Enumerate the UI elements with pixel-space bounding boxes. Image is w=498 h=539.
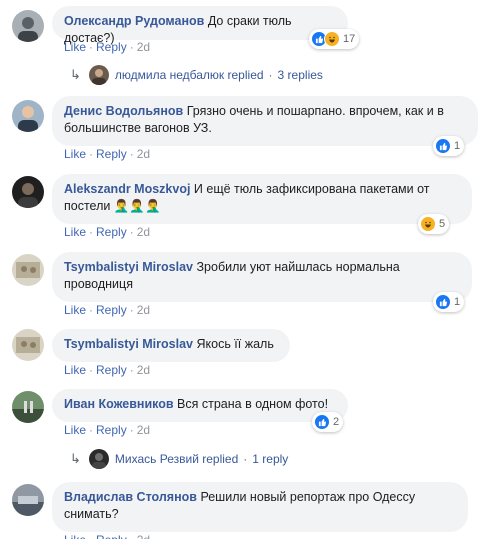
reply-arrow-icon: ↳ bbox=[70, 451, 81, 466]
comment-bubble: Владислав Столянов Решили новый репортаж… bbox=[52, 482, 468, 532]
reactions-count: 17 bbox=[343, 33, 356, 45]
comment-actions: Like·Reply·2d bbox=[64, 303, 151, 317]
avatar[interactable] bbox=[12, 329, 44, 361]
comment-bubble: Денис Водольянов Грязно очень и пошарпан… bbox=[52, 96, 478, 146]
avatar[interactable] bbox=[12, 10, 44, 42]
reply-link[interactable]: Reply bbox=[96, 225, 127, 239]
comment-author[interactable]: Tsymbalistyi Miroslav bbox=[64, 260, 193, 274]
reactions-count: 5 bbox=[439, 218, 446, 230]
reply-link[interactable]: Reply bbox=[96, 533, 127, 539]
reactions-summary[interactable]: 17 bbox=[309, 29, 360, 49]
replier-name: Михась Резвий bbox=[114, 452, 199, 466]
comment-text: Решили новый репортаж про Одессу bbox=[200, 490, 416, 504]
like-link[interactable]: Like bbox=[64, 423, 86, 437]
comment-text: Зробили уют найшлась нормальна bbox=[196, 260, 400, 274]
reply-count: 1 reply bbox=[252, 452, 289, 466]
like-icon bbox=[435, 138, 451, 154]
comment-time[interactable]: 2d bbox=[137, 533, 150, 539]
like-icon bbox=[435, 294, 451, 310]
comment-time[interactable]: 2d bbox=[137, 225, 150, 239]
comment-bubble: Tsymbalistyi Miroslav Якось її жаль bbox=[52, 329, 290, 362]
comment-time[interactable]: 2d bbox=[137, 303, 150, 317]
reply-link[interactable]: Reply bbox=[96, 423, 127, 437]
replies-link[interactable]: ↳ Михась Резвий replied · 1 reply bbox=[70, 449, 288, 469]
comment-text: Вся страна в одном фото! bbox=[177, 397, 329, 411]
comment-text-line2: проводниця bbox=[64, 277, 133, 291]
comment-actions: Like·Reply·2d bbox=[64, 533, 150, 539]
avatar bbox=[88, 449, 109, 469]
reply-link[interactable]: Reply bbox=[96, 40, 127, 54]
comment-actions: Like·Reply·2d bbox=[64, 225, 151, 239]
like-link[interactable]: Like bbox=[64, 533, 86, 539]
comment-text-line2: большинстве вагонов УЗ. bbox=[64, 121, 212, 135]
comment-time[interactable]: 2d bbox=[137, 423, 150, 437]
comment-text-line2: постели bbox=[64, 199, 111, 213]
comment-actions: Like·Reply·2d bbox=[64, 423, 151, 437]
comment-author[interactable]: Tsymbalistyi Miroslav bbox=[64, 337, 193, 351]
avatar[interactable] bbox=[12, 100, 44, 132]
replies-link[interactable]: ↳ людмила недбалюк replied · 3 replies bbox=[70, 65, 323, 85]
comment-author[interactable]: Иван Кожевников bbox=[64, 397, 174, 411]
reactions-summary[interactable]: 1 bbox=[433, 136, 465, 156]
avatar bbox=[88, 65, 109, 85]
comment-author[interactable]: Alekszandr Moszkvoj bbox=[64, 182, 190, 196]
like-link[interactable]: Like bbox=[64, 363, 86, 377]
like-icon bbox=[314, 414, 330, 430]
comment-time[interactable]: 2d bbox=[137, 363, 150, 377]
reply-arrow-icon: ↳ bbox=[70, 67, 81, 82]
like-link[interactable]: Like bbox=[64, 147, 86, 161]
avatar[interactable] bbox=[12, 254, 44, 286]
reactions-summary[interactable]: 1 bbox=[433, 292, 465, 312]
comment-time[interactable]: 2d bbox=[137, 40, 150, 54]
like-link[interactable]: Like bbox=[64, 40, 86, 54]
comment-actions: Like·Reply·2d bbox=[64, 40, 151, 54]
haha-icon bbox=[324, 31, 340, 47]
comment-text-line2: снимать? bbox=[64, 507, 119, 521]
reply-link[interactable]: Reply bbox=[96, 363, 127, 377]
like-link[interactable]: Like bbox=[64, 303, 86, 317]
reactions-summary[interactable]: 2 bbox=[312, 412, 344, 432]
comment-author[interactable]: Олександр Рудоманов bbox=[64, 14, 204, 28]
avatar[interactable] bbox=[12, 176, 44, 208]
reactions-summary[interactable]: 5 bbox=[418, 214, 450, 234]
reactions-count: 2 bbox=[333, 416, 340, 428]
comment-text: И ещё тюль зафиксирована пакетами от bbox=[193, 182, 430, 196]
replied-label: replied bbox=[227, 68, 264, 82]
comment-bubble: Alekszandr Moszkvoj И ещё тюль зафиксиро… bbox=[52, 174, 472, 224]
reactions-count: 1 bbox=[454, 140, 461, 152]
reply-link[interactable]: Reply bbox=[96, 147, 127, 161]
comment-actions: Like·Reply·2d bbox=[64, 363, 151, 377]
comment-time[interactable]: 2d bbox=[137, 147, 150, 161]
comment-actions: Like·Reply·2d bbox=[64, 147, 151, 161]
comment-author[interactable]: Денис Водольянов bbox=[64, 104, 183, 118]
comment-author[interactable]: Владислав Столянов bbox=[64, 490, 197, 504]
comment-bubble: Иван Кожевников Вся страна в одном фото! bbox=[52, 389, 348, 422]
reply-link[interactable]: Reply bbox=[96, 303, 127, 317]
replied-label: replied bbox=[202, 452, 239, 466]
comment-bubble: Tsymbalistyi Miroslav Зробили уют найшла… bbox=[52, 252, 472, 302]
avatar[interactable] bbox=[12, 391, 44, 423]
haha-icon bbox=[420, 216, 436, 232]
comment-text: Якось її жаль bbox=[196, 337, 274, 351]
comment-bubble: Олександр Рудоманов До сраки тюль достає… bbox=[52, 6, 348, 45]
replier-name: людмила недбалюк bbox=[114, 68, 225, 82]
facepalm-emoji: 🤦‍♂️🤦‍♂️🤦‍♂️ bbox=[113, 199, 161, 213]
comment-text: Грязно очень и пошарпано. впрочем, как и… bbox=[186, 104, 444, 118]
reactions-count: 1 bbox=[454, 296, 461, 308]
reply-count: 3 replies bbox=[277, 68, 323, 82]
avatar[interactable] bbox=[12, 484, 44, 516]
like-link[interactable]: Like bbox=[64, 225, 86, 239]
